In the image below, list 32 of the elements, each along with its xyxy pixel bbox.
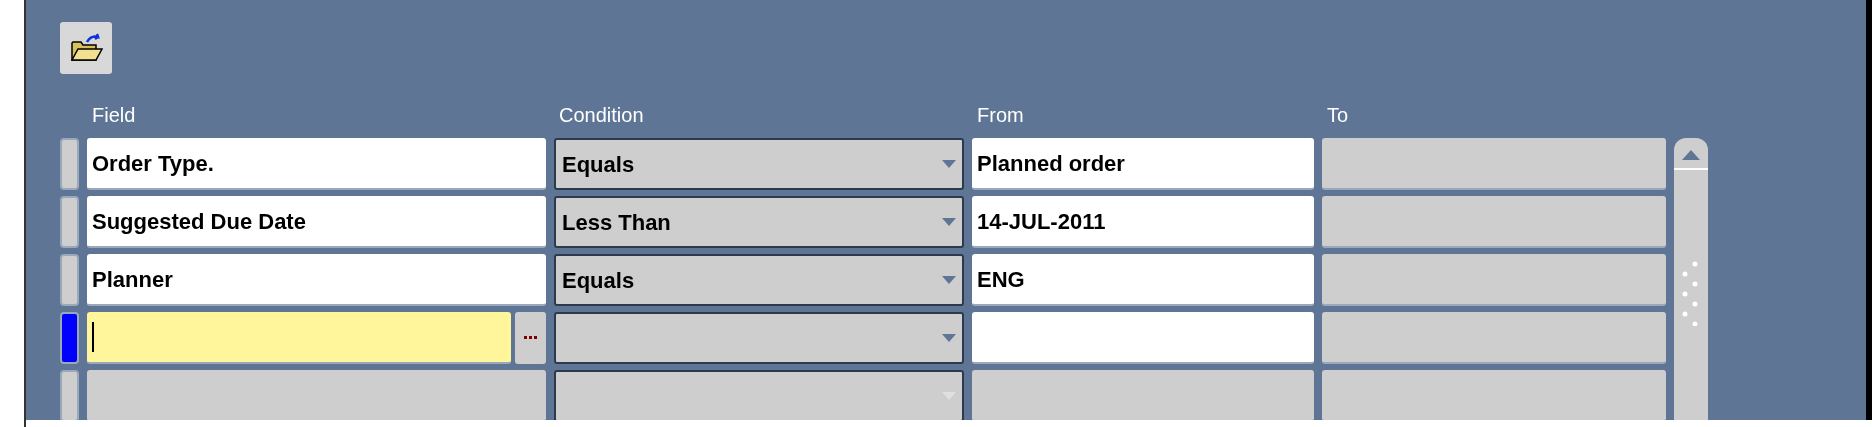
- dropdown-arrow-icon: [942, 160, 956, 168]
- scroll-up-arrow-icon: [1682, 150, 1700, 160]
- dropdown-arrow-icon: [942, 218, 956, 226]
- row-indicator[interactable]: [60, 254, 79, 306]
- dropdown-arrow-icon: [942, 276, 956, 284]
- from-input[interactable]: [972, 312, 1314, 364]
- vertical-scrollbar[interactable]: [1674, 138, 1708, 420]
- open-button[interactable]: [60, 22, 112, 74]
- ellipsis-icon: [523, 336, 538, 340]
- from-input[interactable]: ENG: [972, 254, 1314, 306]
- column-header: Field: [91, 103, 136, 128]
- row-indicator[interactable]: [60, 196, 79, 248]
- column-header: From: [976, 103, 1024, 128]
- field-input[interactable]: Order Type.: [87, 138, 546, 190]
- row-indicator[interactable]: [60, 138, 79, 190]
- condition-dropdown[interactable]: Less Than: [554, 196, 964, 248]
- field-input[interactable]: Suggested Due Date: [87, 196, 546, 248]
- field-input[interactable]: Planner: [87, 254, 546, 306]
- column-header: Condition: [558, 103, 644, 128]
- condition-dropdown[interactable]: Equals: [554, 254, 964, 306]
- dropdown-arrow-icon: [942, 334, 956, 342]
- list-of-values-button[interactable]: [515, 312, 546, 364]
- text-cursor: [92, 322, 94, 352]
- condition-dropdown[interactable]: Equals: [554, 138, 964, 190]
- from-input[interactable]: Planned order: [972, 138, 1314, 190]
- from-input[interactable]: 14-JUL-2011: [972, 196, 1314, 248]
- open-folder-icon: [69, 33, 103, 63]
- row-indicator[interactable]: [60, 312, 79, 364]
- field-input[interactable]: [87, 312, 511, 364]
- condition-dropdown[interactable]: [554, 312, 964, 364]
- column-header: To: [1326, 103, 1349, 128]
- row-indicator[interactable]: [60, 370, 79, 420]
